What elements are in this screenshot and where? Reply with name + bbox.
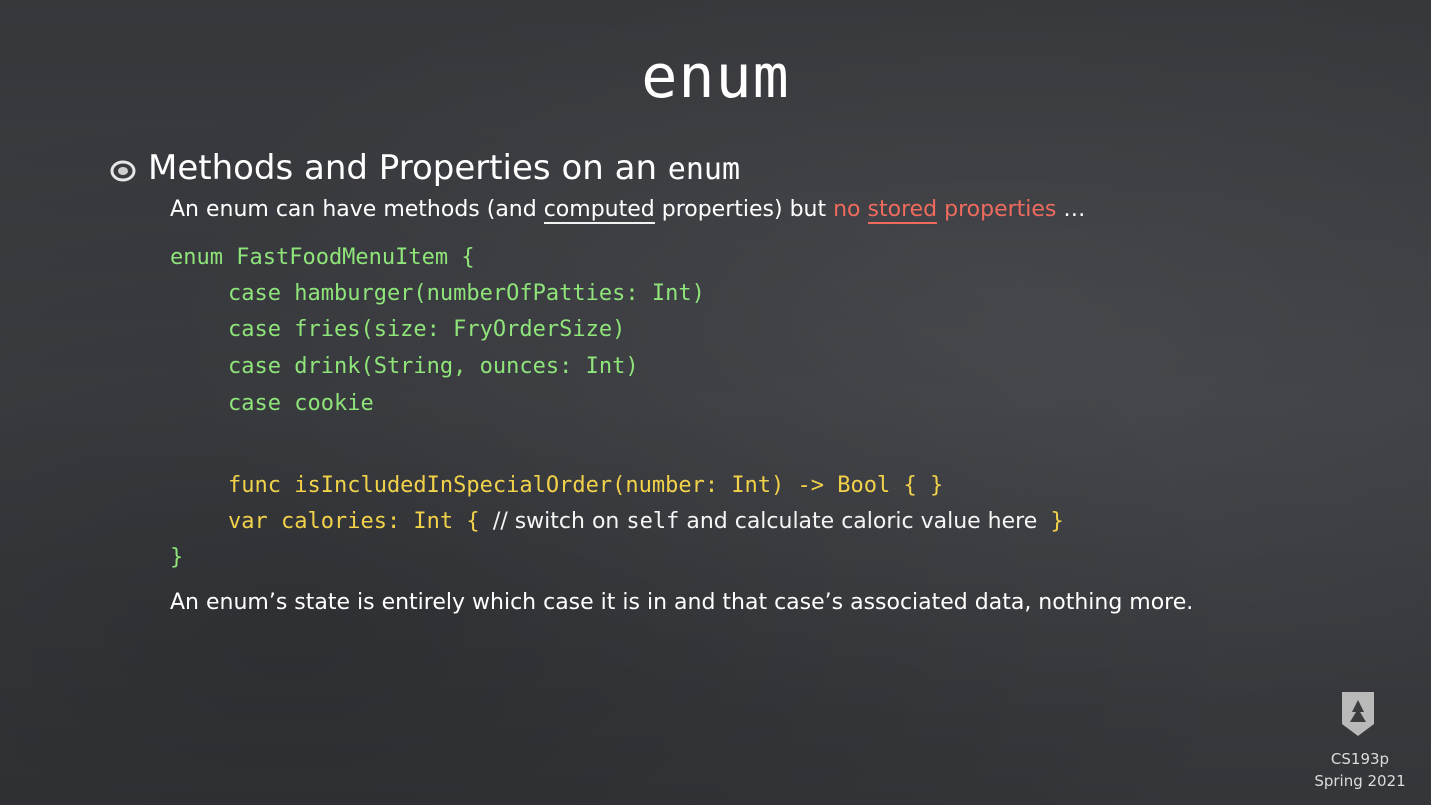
course-code: CS193p (1330, 750, 1390, 768)
intro-sentence: An enum can have methods (and computed p… (170, 197, 1086, 224)
stanford-logo-icon (1342, 692, 1374, 736)
code-line-case-hamburger: case hamburger(numberOfPatties: Int) (228, 281, 705, 306)
course-term: Spring 2021 (1314, 772, 1406, 790)
code-line-var-calories: var calories: Int { // switch on self an… (228, 504, 1064, 540)
chalk-bullet-icon (110, 160, 136, 182)
code-line-func: func isIncludedInSpecialOrder(number: In… (228, 473, 944, 498)
section-heading: Methods and Properties on an enum (148, 148, 740, 188)
intro-part1: An enum can have methods (and (170, 197, 544, 222)
intro-stored: stored (867, 197, 938, 224)
heading-code: enum (667, 152, 741, 187)
code-line-case-drink: case drink(String, ounces: Int) (228, 354, 639, 379)
calories-comment-rest: and calculate caloric value here (679, 509, 1038, 534)
code-line-case-cookie: case cookie (228, 391, 374, 416)
code-line-enum-decl: enum FastFoodMenuItem { (170, 245, 475, 270)
calories-comment-start: // switch on (492, 509, 627, 534)
code-line-closing-brace: } (170, 545, 184, 570)
slide-title: enum (641, 42, 790, 112)
intro-computed: computed (543, 197, 655, 224)
heading-text: Methods and Properties on an (148, 148, 668, 188)
calories-suffix: } (1037, 509, 1064, 534)
intro-ellipsis: … (1056, 197, 1086, 222)
calories-prefix: var calories: Int { (228, 509, 493, 534)
course-label: CS193p Spring 2021 (1312, 748, 1408, 792)
calories-self: self (626, 509, 680, 534)
intro-no: no (833, 197, 868, 222)
intro-part2: properties) but (654, 197, 834, 222)
code-line-case-fries: case fries(size: FryOrderSize) (228, 317, 626, 342)
intro-properties: properties (937, 197, 1057, 222)
intro-no-stored-properties: no stored properties (833, 197, 1056, 224)
section-heading-row: Methods and Properties on an enum (110, 148, 740, 188)
summary-sentence: An enum’s state is entirely which case i… (170, 590, 1194, 615)
